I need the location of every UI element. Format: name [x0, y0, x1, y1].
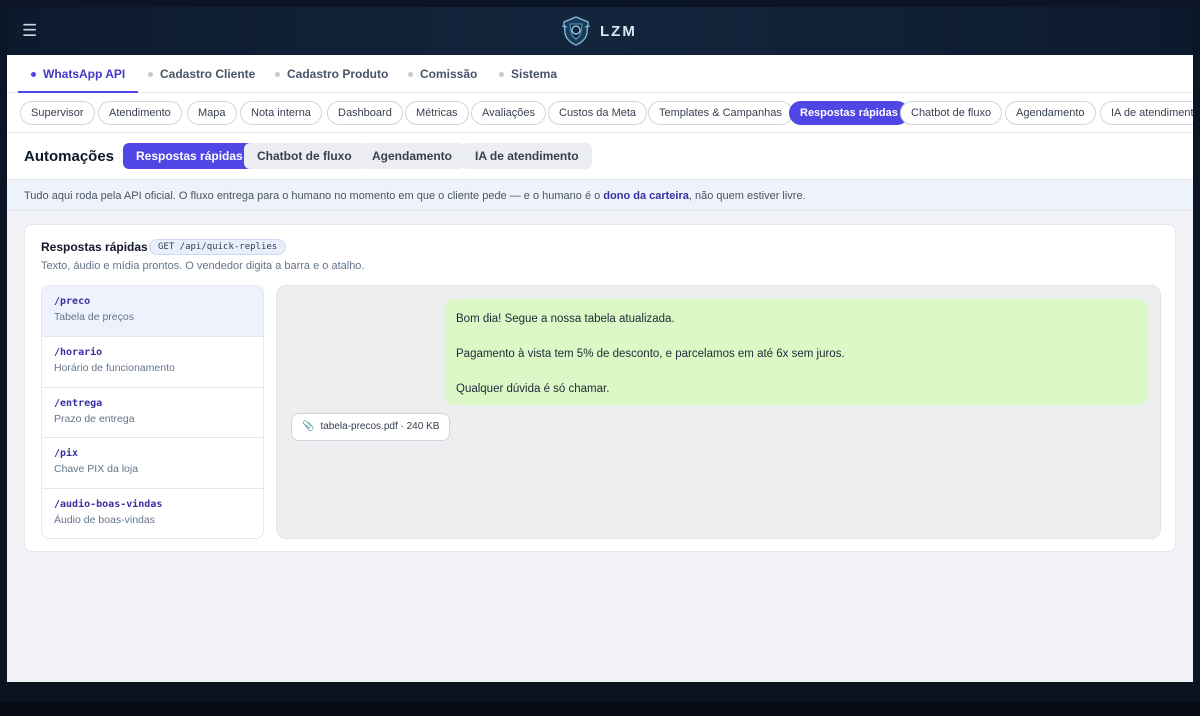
nav-pill-mapa[interactable]: Mapa	[187, 101, 237, 125]
nav-pill-respostas-rapidas[interactable]: Respostas rápidas	[789, 101, 909, 125]
reply-description: Áudio de boas-vindas	[54, 514, 155, 527]
nav-pill-nota-interna[interactable]: Nota interna	[240, 101, 322, 125]
nav-pill-avaliacoes[interactable]: Avaliações	[471, 101, 546, 125]
info-text-end: , não quem estiver livre.	[688, 190, 806, 202]
module-tab-label: Sistema	[511, 67, 558, 81]
module-tab-cadastro-cliente[interactable]: Cadastro Cliente	[148, 55, 255, 93]
nav-pill-templates-campanhas[interactable]: Templates & Campanhas	[648, 101, 793, 125]
nav-pill-atendimento[interactable]: Atendimento	[98, 101, 182, 125]
nav-pill-chatbot-de-fluxo[interactable]: Chatbot de fluxo	[900, 101, 1003, 125]
quick-reply-item[interactable]: /pix Chave PIX da loja	[42, 438, 263, 490]
quick-reply-list: /preco Tabela de preços /horario Horário…	[41, 285, 264, 539]
quick-reply-item[interactable]: /horario Horário de funcionamento	[42, 337, 263, 388]
reply-shortcut: /entrega	[54, 397, 103, 409]
paperclip-icon: 📎	[302, 421, 315, 432]
brand[interactable]: LZM	[560, 14, 637, 48]
message-bubble: Bom dia! Segue a nossa tabela atualizada…	[445, 299, 1147, 405]
top-header: ☰ LZM	[7, 7, 1193, 55]
reply-shortcut: /audio-boas-vindas	[54, 499, 163, 511]
hamburger-menu-icon[interactable]: ☰	[22, 20, 38, 42]
module-tabs: WhatsApp API Cadastro Cliente Cadastro P…	[7, 55, 1193, 93]
dot-icon	[499, 71, 504, 77]
info-text: Tudo aqui roda pela API oficial. O fluxo…	[24, 190, 604, 202]
reply-shortcut: /horario	[54, 346, 103, 358]
reply-shortcut: /pix	[54, 448, 79, 460]
message-line: Bom dia! Segue a nossa tabela atualizada…	[456, 313, 675, 325]
automations-header: Automações Respostas rápidas Chatbot de …	[7, 133, 1193, 180]
nav-pill-metricas[interactable]: Métricas	[405, 101, 469, 125]
reply-description: Horário de funcionamento	[54, 361, 175, 374]
reply-description: Prazo de entrega	[54, 412, 135, 425]
module-tab-sistema[interactable]: Sistema	[499, 55, 557, 93]
quick-replies-card: Respostas rápidas GET /api/quick-replies…	[24, 224, 1176, 552]
quick-reply-item[interactable]: /audio-boas-vindas Áudio de boas-vindas	[42, 489, 263, 538]
attachment-chip[interactable]: 📎 tabela-precos.pdf · 240 KB	[291, 413, 451, 441]
dot-icon	[31, 71, 36, 77]
feature-nav: Supervisor Atendimento Mapa Nota interna…	[7, 93, 1193, 133]
tab-agendamento[interactable]: Agendamento	[359, 143, 466, 169]
module-tab-comissao[interactable]: Comissão	[408, 55, 477, 93]
message-line: Qualquer dúvida é só chamar.	[456, 383, 610, 395]
module-tab-whatsapp-api[interactable]: WhatsApp API	[17, 55, 139, 93]
reply-shortcut: /preco	[54, 296, 91, 307]
reply-description: Chave PIX da loja	[54, 463, 139, 476]
module-tab-label: Comissão	[420, 67, 478, 81]
dot-icon	[275, 71, 280, 77]
reply-description: Tabela de preços	[54, 311, 134, 323]
dot-icon	[408, 71, 413, 77]
quick-reply-item[interactable]: /entrega Prazo de entrega	[42, 388, 263, 439]
dot-icon	[148, 71, 153, 77]
endpoint-badge: GET /api/quick-replies	[149, 239, 287, 255]
app-window: ☰ LZM WhatsApp API Cadastro Cliente Cada…	[7, 7, 1193, 682]
shield-logo-icon	[561, 16, 591, 46]
attachment-name: tabela-precos.pdf · 240 KB	[320, 421, 440, 432]
nav-pill-ia-de-atendimento[interactable]: IA de atendimento	[1100, 101, 1193, 125]
message-line: Pagamento à vista tem 5% de desconto, e …	[456, 348, 845, 360]
card-title: Respostas rápidas	[41, 240, 148, 254]
nav-pill-custos-da-meta[interactable]: Custos da Meta	[548, 101, 648, 125]
tab-chatbot-de-fluxo[interactable]: Chatbot de fluxo	[244, 143, 365, 169]
tab-ia-de-atendimento[interactable]: IA de atendimento	[462, 143, 592, 169]
tab-respostas-rapidas[interactable]: Respostas rápidas	[123, 143, 256, 169]
module-tab-label: WhatsApp API	[43, 67, 126, 81]
module-tab-label: Cadastro Cliente	[160, 67, 256, 81]
message-preview: Bom dia! Segue a nossa tabela atualizada…	[276, 285, 1161, 539]
info-banner: Tudo aqui roda pela API oficial. O fluxo…	[7, 181, 1193, 211]
quick-reply-item[interactable]: /preco Tabela de preços	[42, 286, 263, 337]
nav-pill-agendamento[interactable]: Agendamento	[1005, 101, 1096, 125]
module-tab-cadastro-produto[interactable]: Cadastro Produto	[275, 55, 388, 93]
info-highlight: dono da carteira	[603, 190, 689, 202]
card-subtitle: Texto, áudio e mídia prontos. O vendedor…	[41, 260, 365, 272]
bottom-bar	[0, 682, 1200, 716]
nav-pill-supervisor[interactable]: Supervisor	[20, 101, 95, 125]
brand-name: LZM	[600, 22, 637, 40]
bottom-strip	[0, 702, 1200, 716]
page-title: Automações	[24, 148, 115, 165]
module-tab-label: Cadastro Produto	[287, 67, 389, 81]
nav-pill-dashboard[interactable]: Dashboard	[327, 101, 403, 125]
